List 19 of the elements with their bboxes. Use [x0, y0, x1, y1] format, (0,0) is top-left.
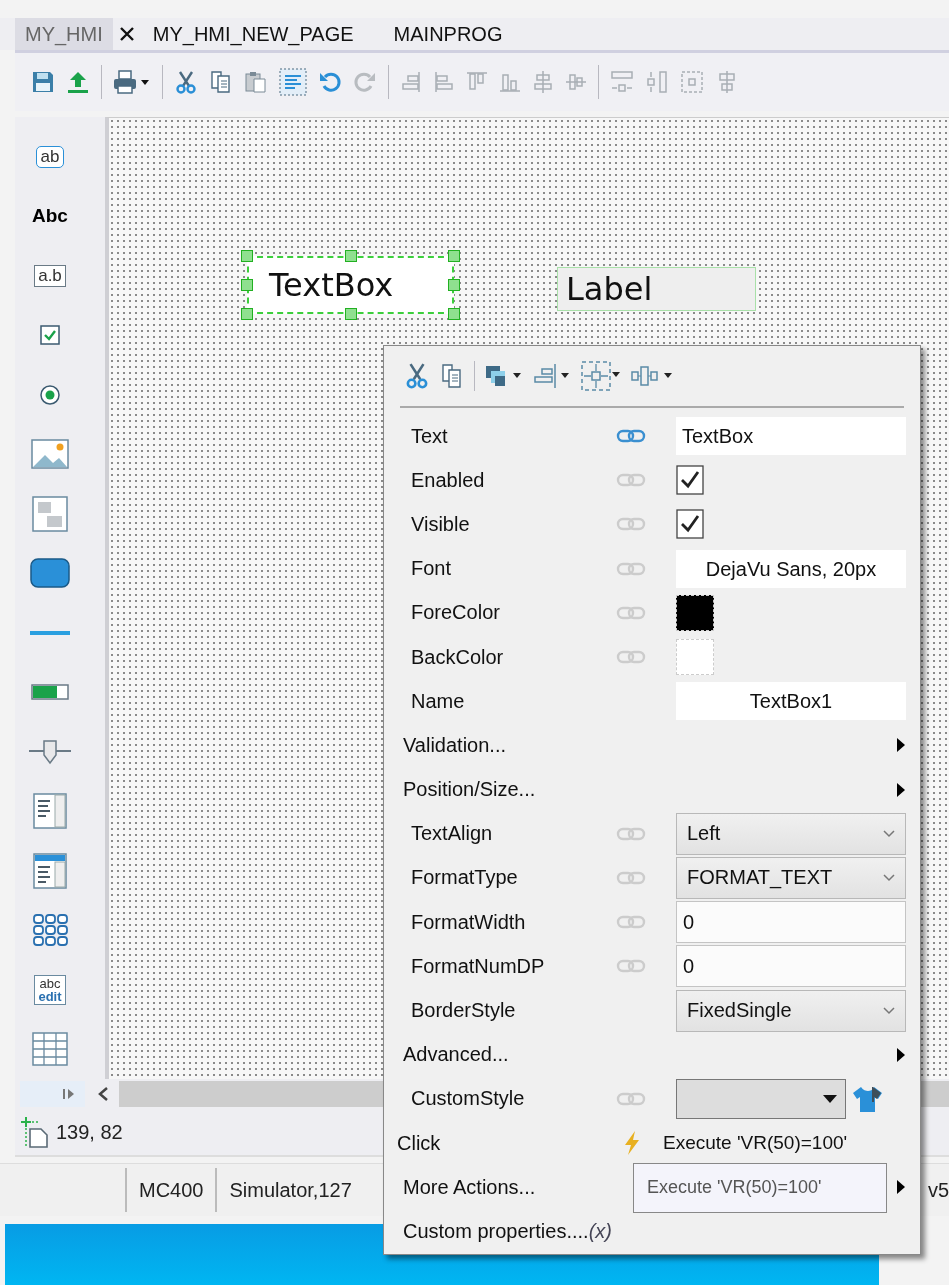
property-label: TextAlign — [411, 822, 494, 846]
event-label: Click — [397, 1131, 442, 1155]
status-item: v5 — [927, 1178, 949, 1203]
property-label: Enabled — [411, 468, 486, 492]
property-label: FormatType — [411, 866, 519, 890]
status-item: Simulator,127 — [215, 1168, 364, 1212]
property-label: BorderStyle — [411, 999, 517, 1023]
property-label: Text — [411, 424, 449, 448]
property-label: Font — [411, 557, 453, 581]
property-label: FormatNumDP — [411, 954, 546, 978]
property-label: FormatWidth — [411, 910, 527, 934]
property-label: ForeColor — [411, 601, 501, 625]
property-label: Name — [411, 689, 466, 713]
status-item: MC400 — [125, 1168, 216, 1212]
tooltip: Execute 'VR(50)=100' — [633, 1163, 887, 1213]
property-label: CustomStyle — [411, 1087, 526, 1111]
property-label: Visible — [411, 512, 471, 536]
cursor-coordinates: 139, 82 — [56, 1120, 123, 1144]
property-label: BackColor — [411, 645, 505, 669]
